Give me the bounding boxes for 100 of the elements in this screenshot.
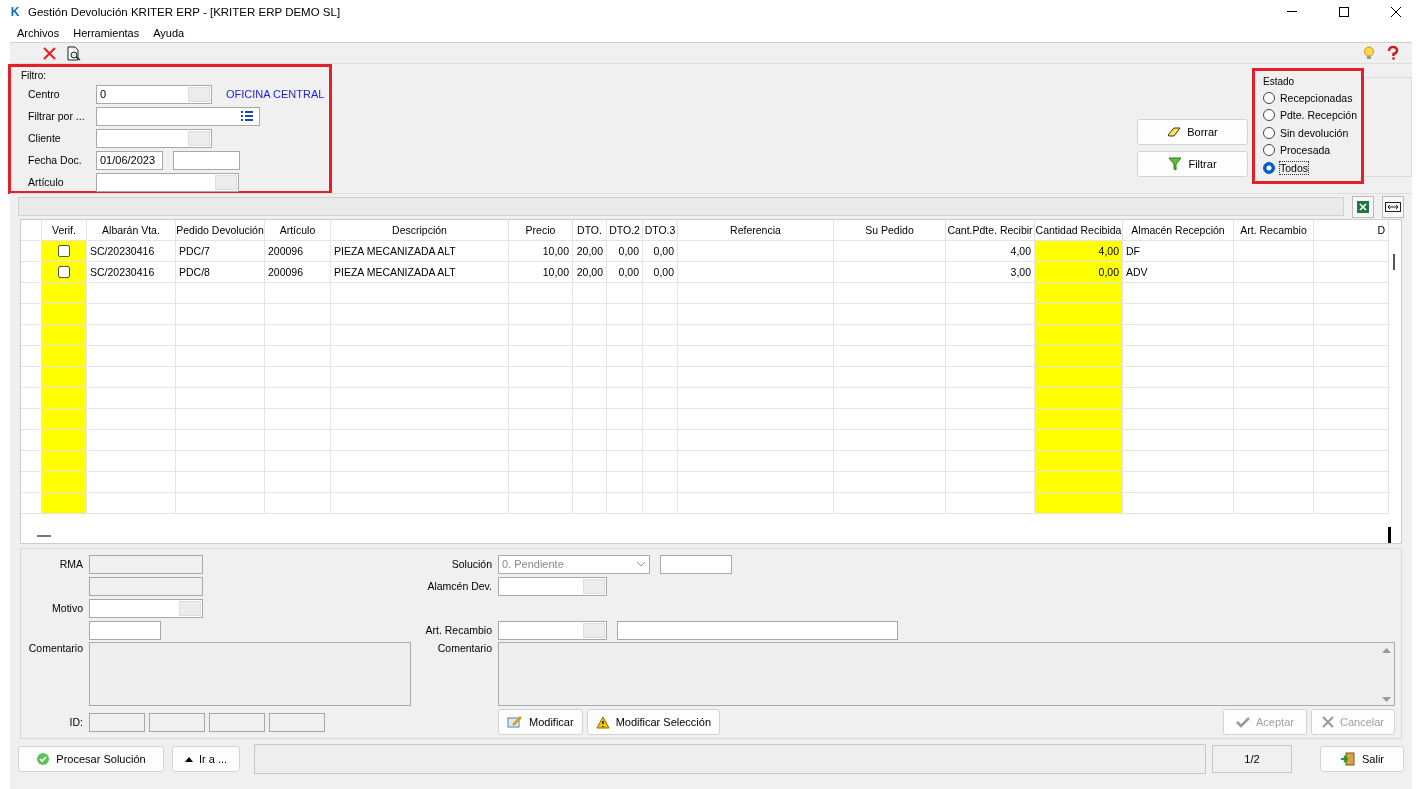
- table-cell: [607, 472, 643, 493]
- radio-button[interactable]: [1263, 126, 1275, 139]
- field-label: Filtrar por ...: [27, 110, 86, 122]
- lookup-field[interactable]: [96, 128, 212, 148]
- menu-item[interactable]: Archivos: [10, 26, 67, 39]
- row-header[interactable]: [21, 451, 42, 472]
- table-cell: [509, 283, 573, 304]
- lookup-field[interactable]: [498, 620, 607, 640]
- text-field[interactable]: [617, 620, 898, 640]
- column-header[interactable]: DTO.3: [643, 220, 678, 241]
- row-header[interactable]: [21, 283, 42, 304]
- menu-item[interactable]: Herramientas: [66, 26, 147, 39]
- preview-button[interactable]: [64, 44, 82, 62]
- column-header[interactable]: Artículo: [265, 220, 331, 241]
- menu-item[interactable]: Ayuda: [146, 26, 192, 39]
- checkbox[interactable]: [58, 266, 70, 278]
- id-field[interactable]: [89, 712, 145, 732]
- row-header[interactable]: [21, 409, 42, 430]
- column-header[interactable]: Cantidad Recibida: [1035, 220, 1123, 241]
- table-cell: [573, 283, 607, 304]
- field-label: ID:: [68, 716, 84, 728]
- field-label: Solución: [450, 558, 493, 570]
- table-cell: [265, 304, 331, 325]
- row-header[interactable]: [21, 304, 42, 325]
- table-cell: [509, 325, 573, 346]
- table-cell: [607, 430, 643, 451]
- radio-label[interactable]: Procesada: [1280, 144, 1331, 157]
- text-field[interactable]: [89, 620, 161, 640]
- lookup-field[interactable]: [89, 598, 203, 618]
- table-cell: [607, 283, 643, 304]
- column-header[interactable]: DTO.: [573, 220, 607, 241]
- column-header[interactable]: DTO.2: [607, 220, 643, 241]
- eraser-icon: [1167, 126, 1182, 138]
- delete-button[interactable]: [40, 44, 58, 62]
- column-header[interactable]: Albarán Vta.: [87, 220, 176, 241]
- edit-button[interactable]: Modificar: [498, 709, 583, 735]
- column-header[interactable]: Pedido Devolución: [176, 220, 265, 241]
- comment-field[interactable]: [89, 642, 411, 706]
- lookup-field[interactable]: 0: [96, 84, 212, 104]
- spreadsheet-icon: [1356, 199, 1370, 214]
- radio-label[interactable]: Sin devolución: [1280, 126, 1349, 139]
- scrollbar-thumb[interactable]: [1388, 527, 1391, 543]
- table-cell: PIEZA MECANIZADA ALT: [331, 241, 509, 262]
- text-field[interactable]: [89, 576, 203, 596]
- table-cell: 20,00: [573, 241, 607, 262]
- table-cell: 4,00: [1035, 241, 1123, 262]
- goto-button[interactable]: Ir a ...: [172, 746, 240, 772]
- action-button[interactable]: Borrar: [1137, 119, 1248, 145]
- expand-columns-button[interactable]: [1382, 195, 1404, 218]
- radio-button[interactable]: [1263, 161, 1275, 174]
- row-header[interactable]: [21, 367, 42, 388]
- table-cell: [42, 472, 87, 493]
- field-label: Art. Recambio: [424, 624, 493, 636]
- row-header[interactable]: [21, 262, 42, 283]
- scrollbar-thumb[interactable]: [37, 535, 51, 537]
- action-button[interactable]: Filtrar: [1137, 151, 1248, 177]
- checkbox[interactable]: [58, 245, 70, 257]
- row-header[interactable]: [21, 493, 42, 514]
- row-header[interactable]: [21, 388, 42, 409]
- table-cell: [42, 304, 87, 325]
- column-header[interactable]: Descripción: [331, 220, 509, 241]
- date-field[interactable]: [173, 150, 240, 170]
- id-field[interactable]: [149, 712, 205, 732]
- column-header[interactable]: Cant.Pdte. Recibir: [946, 220, 1035, 241]
- column-header[interactable]: Su Pedido: [834, 220, 946, 241]
- radio-button[interactable]: [1263, 144, 1275, 157]
- list-icon[interactable]: [240, 109, 255, 123]
- id-field[interactable]: [269, 712, 325, 732]
- row-header[interactable]: [21, 430, 42, 451]
- radio-label[interactable]: Recepcionadas: [1280, 91, 1353, 104]
- row-header[interactable]: [21, 346, 42, 367]
- column-header[interactable]: Referencia: [678, 220, 834, 241]
- row-header[interactable]: [21, 241, 42, 262]
- column-header[interactable]: Precio: [509, 220, 573, 241]
- radio-label[interactable]: Pdte. Recepción: [1280, 109, 1358, 122]
- row-header[interactable]: [21, 472, 42, 493]
- comment-field[interactable]: [498, 642, 1395, 706]
- resize-icon: [1385, 201, 1401, 212]
- radio-button[interactable]: [1263, 109, 1275, 122]
- edit-button[interactable]: Modificar Selección: [586, 709, 720, 735]
- lookup-field[interactable]: [96, 172, 239, 192]
- date-field[interactable]: 01/06/2023: [96, 150, 163, 170]
- exit-button[interactable]: Salir: [1320, 746, 1404, 772]
- row-header[interactable]: [21, 325, 42, 346]
- excel-export-button[interactable]: [1352, 195, 1374, 218]
- text-field[interactable]: [660, 554, 732, 574]
- filter-field[interactable]: [96, 106, 260, 126]
- column-header[interactable]: Art. Recambio: [1234, 220, 1314, 241]
- process-button[interactable]: Procesar Solución: [18, 746, 164, 772]
- column-header[interactable]: D: [1314, 220, 1389, 241]
- column-header[interactable]: Almacén Recepción: [1123, 220, 1234, 241]
- lookup-field[interactable]: [498, 576, 607, 596]
- scrollbar-thumb[interactable]: [1393, 254, 1395, 270]
- radio-label[interactable]: Todos: [1280, 161, 1309, 174]
- field-label: Alamcén Dev.: [426, 580, 493, 592]
- id-field[interactable]: [209, 712, 265, 732]
- table-cell: [607, 493, 643, 514]
- radio-button[interactable]: [1263, 91, 1275, 104]
- table-cell: [607, 304, 643, 325]
- column-header[interactable]: Verif.: [42, 220, 87, 241]
